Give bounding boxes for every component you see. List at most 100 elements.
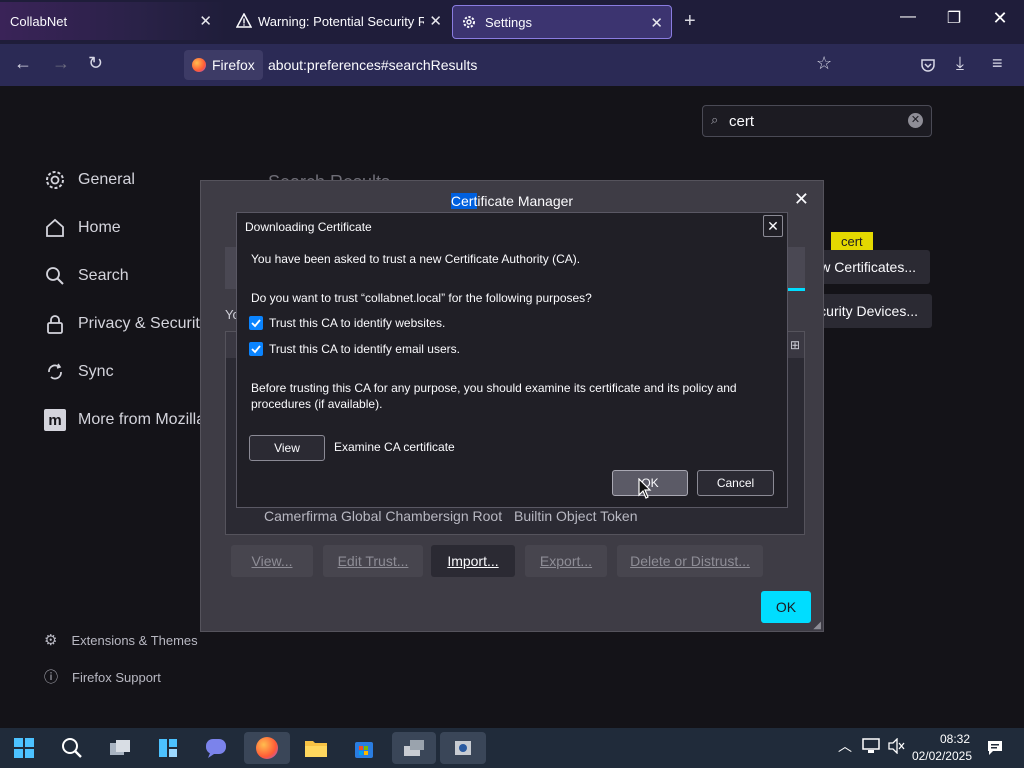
widgets-button[interactable] — [148, 732, 188, 764]
cert-name-cell: Camerfirma Global Chambersign Root — [264, 508, 503, 524]
minimize-button[interactable]: — — [890, 8, 926, 36]
export-button[interactable]: Export... — [525, 545, 607, 577]
search-icon: ⌕ — [711, 112, 719, 127]
column-picker-icon[interactable]: ⊞ — [790, 338, 800, 352]
mozilla-icon: m — [44, 409, 66, 431]
chat-icon — [206, 739, 226, 758]
sidebar-item-home[interactable]: Home — [44, 217, 121, 239]
sidebar-footer-label: Firefox Support — [72, 669, 161, 685]
downloading-certificate-dialog: Downloading Certificate ✕ You have been … — [236, 212, 788, 508]
lock-icon — [47, 315, 63, 334]
tab-warning[interactable]: Warning: Potential Security Risk ✕ — [226, 2, 450, 40]
sidebar-item-general[interactable]: General — [44, 169, 135, 191]
close-icon[interactable]: ✕ — [794, 189, 809, 210]
taskbar-file-explorer[interactable] — [296, 732, 336, 764]
close-tab-icon[interactable]: ✕ — [199, 12, 212, 30]
search-tooltip: cert — [831, 232, 873, 251]
widgets-icon — [159, 739, 177, 757]
menu-icon[interactable]: ≡ — [992, 53, 1003, 74]
start-button[interactable] — [4, 732, 44, 764]
sidebar-support-link[interactable]: ⓘ Firefox Support — [44, 667, 161, 687]
url-bar[interactable]: Firefox about:preferences#searchResults — [182, 50, 702, 80]
identity-label: Firefox — [212, 57, 255, 73]
restore-button[interactable]: ❐ — [936, 8, 972, 36]
view-certificate-button[interactable]: View — [249, 435, 325, 461]
reload-icon[interactable]: ↻ — [88, 53, 103, 74]
gear-icon — [46, 171, 64, 189]
trust-email-label[interactable]: Trust this CA to identify email users. — [269, 342, 460, 356]
trust-websites-checkbox[interactable] — [249, 316, 263, 330]
gear-icon — [463, 16, 475, 28]
taskbar-app-2[interactable] — [440, 732, 486, 764]
clear-search-icon[interactable]: ✕ — [908, 113, 923, 128]
home-icon — [46, 218, 64, 237]
close-icon[interactable]: ✕ — [763, 215, 783, 237]
close-window-button[interactable]: ✕ — [982, 8, 1018, 36]
question-text: Do you want to trust “collabnet.local” f… — [251, 291, 592, 305]
taskbar-firefox[interactable] — [244, 732, 290, 764]
warning-icon — [236, 13, 252, 28]
task-view-icon — [110, 740, 130, 755]
checkmark-icon — [251, 345, 261, 354]
sidebar-item-label: Sync — [78, 363, 114, 380]
checkmark-icon — [251, 319, 261, 328]
tab-label: CollabNet — [10, 13, 68, 29]
tab-collabnet[interactable]: CollabNet ✕ — [0, 2, 226, 40]
help-icon: ⓘ — [44, 669, 58, 685]
cancel-button[interactable]: Cancel — [697, 470, 774, 496]
resize-grip-icon[interactable]: ◢ — [813, 620, 821, 631]
network-icon[interactable] — [862, 738, 880, 754]
dialog-title: Downloading Certificate — [245, 220, 372, 234]
import-button[interactable]: Import... — [431, 545, 515, 577]
bookmark-star-icon[interactable]: ☆ — [816, 53, 832, 74]
settings-search-input[interactable]: ⌕ cert ✕ — [702, 105, 932, 137]
view-certificates-button[interactable]: View Certificates... — [810, 250, 930, 284]
taskbar-search-button[interactable] — [52, 732, 92, 764]
puzzle-icon: ⚙ — [44, 632, 58, 649]
security-devices-button[interactable]: Security Devices... — [810, 294, 932, 328]
search-icon — [46, 267, 64, 285]
clock-date[interactable]: 02/02/2025 — [904, 749, 972, 763]
identity-box[interactable]: Firefox — [184, 50, 263, 80]
clock-time[interactable]: 08:32 — [914, 732, 970, 746]
tab-label: Settings — [485, 14, 532, 30]
edit-trust-button[interactable]: Edit Trust... — [323, 545, 423, 577]
sidebar-item-label: More from Mozilla — [78, 411, 206, 428]
taskbar-store[interactable] — [344, 732, 384, 764]
trust-websites-label[interactable]: Trust this CA to identify websites. — [269, 316, 445, 330]
dialog-title: Certificate Manager — [450, 193, 574, 209]
view-description: Examine CA certificate — [334, 440, 455, 454]
sidebar-item-search[interactable]: Search — [44, 265, 129, 287]
view-button[interactable]: View... — [231, 545, 313, 577]
sidebar-item-label: Home — [78, 219, 121, 236]
downloads-icon[interactable]: ⤓ — [956, 53, 964, 74]
trust-email-checkbox[interactable] — [249, 342, 263, 356]
close-tab-icon[interactable]: ✕ — [650, 14, 663, 32]
sidebar-item-more-mozilla[interactable]: m More from Mozilla — [44, 409, 205, 431]
tab-strip: CollabNet ✕ Warning: Potential Security … — [0, 0, 1024, 44]
url-text: about:preferences#searchResults — [268, 57, 478, 73]
tab-label: Warning: Potential Security Risk — [258, 13, 424, 29]
task-view-button[interactable] — [100, 732, 140, 764]
new-tab-button[interactable]: + — [684, 10, 696, 33]
firefox-icon — [192, 58, 206, 72]
sidebar-item-label: General — [78, 171, 135, 188]
back-icon[interactable]: ← — [14, 53, 32, 74]
teams-chat-button[interactable] — [196, 732, 236, 764]
pocket-icon[interactable] — [920, 57, 936, 73]
ok-button[interactable]: OK — [761, 591, 811, 623]
close-tab-icon[interactable]: ✕ — [429, 12, 442, 30]
forward-icon[interactable]: → — [52, 53, 70, 74]
show-hidden-icons-icon[interactable]: ︿ — [838, 736, 852, 756]
taskbar-app-1[interactable] — [392, 732, 436, 764]
notifications-icon[interactable] — [986, 739, 1004, 757]
sidebar-item-privacy[interactable]: Privacy & Security — [44, 313, 208, 335]
windows-taskbar: ︿ 08:32 02/02/2025 — [0, 728, 1024, 768]
windows-logo-icon — [14, 738, 34, 758]
sidebar-extensions-link[interactable]: ⚙ Extensions & Themes — [44, 631, 198, 649]
sidebar-item-sync[interactable]: Sync — [44, 361, 114, 383]
cert-token-cell: Builtin Object Token — [514, 508, 638, 524]
tab-settings[interactable]: Settings ✕ — [452, 5, 672, 39]
delete-distrust-button[interactable]: Delete or Distrust... — [617, 545, 763, 577]
sidebar-item-label: Search — [78, 267, 129, 284]
